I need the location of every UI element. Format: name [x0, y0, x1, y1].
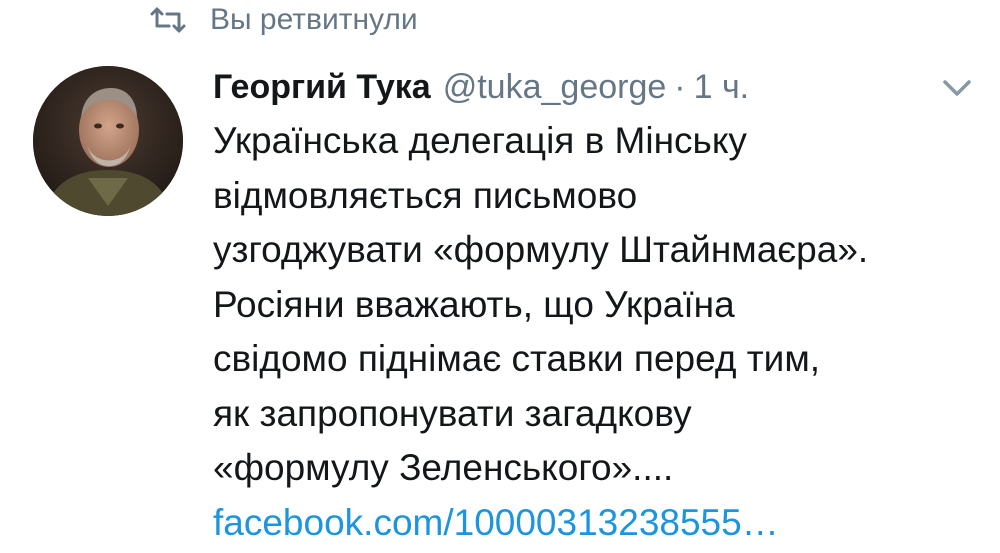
- tweet-text-line: як запропонувати загадкову: [213, 392, 692, 434]
- tweet-text-line: Росіяни вважають, що Україна: [213, 283, 735, 325]
- user-handle[interactable]: @tuka_george: [443, 64, 667, 110]
- tweet-text-line: свідомо піднімає ставки перед тим,: [213, 338, 821, 379]
- tweet-timestamp[interactable]: 1 ч.: [694, 64, 750, 110]
- retweet-label: Вы ретвитнули: [210, 3, 418, 36]
- avatar[interactable]: [33, 66, 183, 216]
- tweet-link[interactable]: facebook.com/10000313238555…: [213, 496, 973, 551]
- tweet-text-line: відмовляється письмово: [213, 174, 638, 216]
- tweet-text-line: Українська делегація в Мінську: [213, 120, 747, 161]
- tweet-text: Українська делегація в Мінську відмовляє…: [213, 114, 973, 550]
- retweet-icon: [148, 5, 188, 35]
- tweet-header: Георгий Тука @tuka_george · 1 ч.: [213, 64, 973, 110]
- chevron-down-icon[interactable]: [939, 76, 975, 100]
- retweet-context: Вы ретвитнули: [148, 2, 418, 38]
- display-name[interactable]: Георгий Тука: [213, 64, 431, 110]
- tweet: Георгий Тука @tuka_george · 1 ч. Українс…: [213, 64, 973, 550]
- separator-dot: ·: [674, 68, 686, 106]
- tweet-text-line: узгоджувати «формулу Штайнмаєра».: [213, 229, 869, 270]
- tweet-text-line: «формулу Зеленського»....: [213, 447, 674, 488]
